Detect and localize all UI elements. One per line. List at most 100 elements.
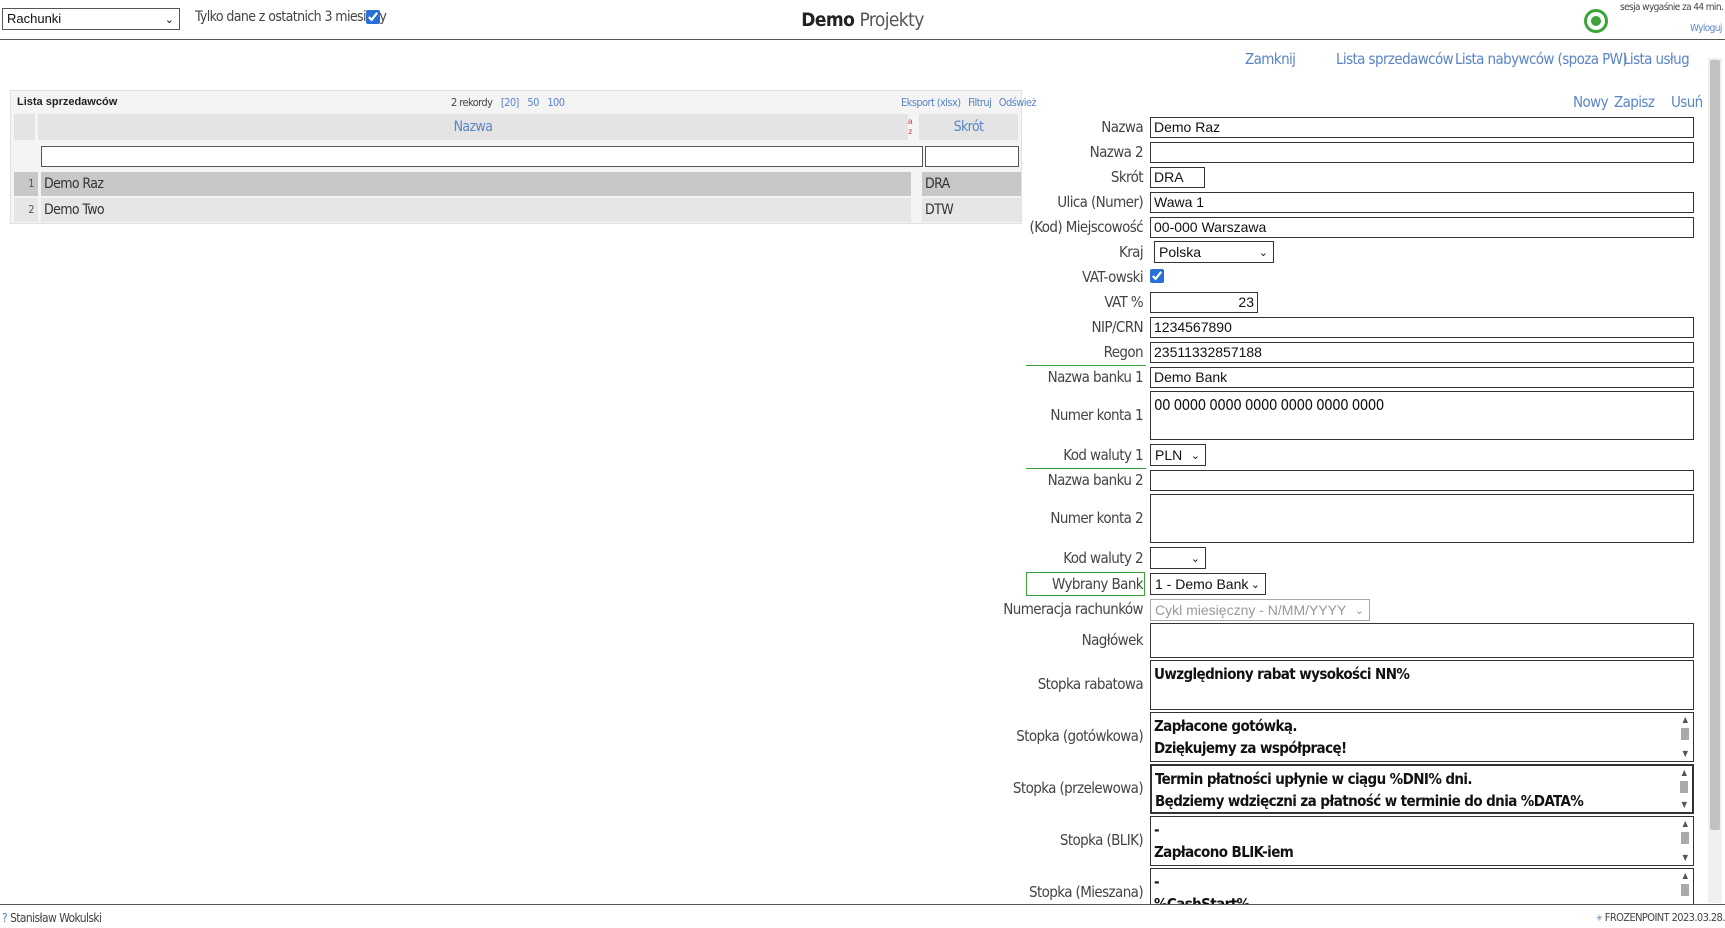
footer-cash-line2: Dziękujemy za współpracę!	[1154, 739, 1347, 757]
version-text: FROZENPOINT 2023.03.28.02	[1604, 911, 1725, 924]
label-header: Nagłówek	[1081, 631, 1144, 649]
label-name: Nazwa	[1101, 118, 1143, 136]
numbering-select-value: Cykl miesięczny - N/MM/YYYY	[1155, 602, 1347, 618]
session-status-icon	[1584, 9, 1608, 33]
country-select[interactable]: Polska ⌄	[1154, 241, 1274, 263]
textarea-scrollbar[interactable]: ▲▼	[1678, 768, 1690, 810]
save-button[interactable]: Zapisz	[1614, 93, 1655, 111]
nav-buyers[interactable]: Lista nabywców (spoza PW)	[1455, 50, 1628, 68]
page-size-20[interactable]: [20]	[501, 96, 520, 109]
footer-mixed-line1: -	[1154, 873, 1160, 891]
footer-cash-field[interactable]: Zapłacone gotówką. Dziękujemy za współpr…	[1150, 712, 1694, 762]
country-select-value: Polska	[1159, 244, 1202, 260]
label-footer-blik: Stopka (BLIK)	[1059, 831, 1144, 849]
currency1-select-value: PLN	[1155, 447, 1183, 463]
label-account2: Numer konta 2	[1050, 509, 1143, 527]
logo-icon: ✳	[1596, 914, 1603, 924]
page-size-100[interactable]: 100	[547, 96, 565, 109]
scroll-up-icon: ▲	[1682, 819, 1689, 828]
sort-icon[interactable]: az	[908, 117, 912, 137]
col-header-num	[14, 114, 35, 140]
header-field[interactable]	[1150, 623, 1694, 658]
street-field[interactable]: Wawa 1	[1150, 192, 1694, 213]
selected-bank-value: 1 - Demo Bank	[1155, 576, 1249, 592]
records-info: 2 rekordy [20] 50 100	[451, 96, 565, 109]
numbering-select: Cykl miesięczny - N/MM/YYYY ⌄	[1150, 599, 1370, 621]
delete-button[interactable]: Usuń	[1671, 93, 1703, 111]
nav-services[interactable]: Lista usług	[1623, 50, 1690, 68]
chevron-down-icon: ⌄	[1258, 247, 1268, 259]
label-account1: Numer konta 1	[1050, 406, 1143, 424]
textarea-scrollbar[interactable]: ▲▼	[1679, 715, 1691, 759]
scroll-down-icon: ▼	[1682, 749, 1689, 758]
section-divider	[1026, 365, 1146, 366]
page-size-50[interactable]: 50	[527, 96, 539, 109]
nav-close[interactable]: Zamknij	[1245, 50, 1296, 68]
nip-field[interactable]: 1234567890	[1150, 317, 1694, 338]
bank-name1-field[interactable]: Demo Bank	[1150, 367, 1694, 388]
filter-name-input[interactable]	[41, 146, 923, 167]
top-bar: Rachunki ⌄ Tylko dane z ostatnich 3 mies…	[0, 0, 1725, 40]
label-bank-name2: Nazwa banku 2	[1047, 471, 1144, 489]
help-icon[interactable]: ?	[2, 911, 8, 925]
page-scrollbar[interactable]	[1708, 58, 1722, 903]
footer-blik-line2: Zapłacono BLIK-iem	[1154, 843, 1294, 861]
export-xlsx-link[interactable]: Eksport (xlsx)	[901, 96, 961, 109]
app-title-bold: Demo	[801, 9, 855, 31]
row-name: Demo Raz	[41, 172, 911, 196]
scroll-down-icon: ▼	[1682, 853, 1689, 862]
logout-link[interactable]: Wyloguj	[1690, 23, 1722, 34]
chevron-down-icon: ⌄	[1250, 579, 1260, 591]
label-vat-payer: VAT-owski	[1082, 268, 1143, 286]
label-vat-pct: VAT %	[1104, 293, 1143, 311]
table-row[interactable]: 2 Demo Two DTW	[14, 198, 1021, 222]
version-info: ✳ FROZENPOINT 2023.03.28.02	[1596, 911, 1725, 924]
footer-blik-field[interactable]: - Zapłacono BLIK-iem ▲ ▼	[1150, 816, 1694, 866]
account2-field[interactable]	[1150, 494, 1694, 543]
label-street: Ulica (Numer)	[1057, 193, 1143, 211]
label-currency2: Kod waluty 2	[1063, 549, 1143, 567]
vat-pct-field[interactable]: 23	[1150, 292, 1258, 313]
new-button[interactable]: Nowy	[1573, 93, 1609, 111]
currency1-select[interactable]: PLN ⌄	[1150, 444, 1206, 466]
footer-transfer-field[interactable]: Termin płatności upłynie w ciągu %DNI% d…	[1150, 764, 1694, 814]
user-name: ? Stanisław Wokulski	[2, 911, 102, 925]
scroll-up-icon: ▲	[1681, 768, 1688, 777]
footer-transfer-line1: Termin płatności upłynie w ciągu %DNI% d…	[1155, 770, 1473, 788]
currency2-select[interactable]: ⌄	[1150, 547, 1206, 569]
label-footer-discount: Stopka rabatowa	[1037, 675, 1144, 693]
account1-field[interactable]: 00 0000 0000 0000 0000 0000 0000	[1150, 391, 1694, 440]
footer-blik-line1: -	[1154, 821, 1160, 839]
page-scrollbar-thumb[interactable]	[1710, 60, 1720, 830]
section-divider	[1026, 468, 1146, 469]
name-field[interactable]: Demo Raz	[1150, 117, 1694, 138]
session-info: sesja wygaśnie za 44 min.	[1620, 2, 1724, 13]
chevron-down-icon: ⌄	[1354, 605, 1364, 617]
label-regon: Regon	[1103, 343, 1144, 361]
list-title: Lista sprzedawców	[17, 96, 118, 108]
label-footer-mixed: Stopka (Mieszana)	[1028, 883, 1144, 901]
label-abbr: Skrót	[1110, 168, 1144, 186]
selected-bank-select[interactable]: 1 - Demo Bank ⌄	[1150, 573, 1266, 595]
chevron-down-icon: ⌄	[1190, 450, 1200, 462]
name2-field[interactable]	[1150, 142, 1694, 163]
filter-link[interactable]: Filtruj	[968, 96, 992, 109]
label-selected-bank: Wybrany Bank	[1052, 575, 1144, 593]
row-number: 2	[14, 198, 38, 222]
table-row[interactable]: 1 Demo Raz DRA	[14, 172, 1021, 196]
label-nip: NIP/CRN	[1091, 318, 1144, 336]
textarea-scrollbar[interactable]: ▲▼	[1679, 819, 1691, 863]
sellers-list-panel: Lista sprzedawców 2 rekordy [20] 50 100 …	[10, 90, 1037, 224]
nav-sellers[interactable]: Lista sprzedawców	[1336, 50, 1454, 68]
col-header-name[interactable]: Nazwa	[38, 114, 908, 140]
city-field[interactable]: 00-000 Warszawa	[1150, 217, 1694, 238]
bank-name2-field[interactable]	[1150, 470, 1694, 491]
label-footer-transfer: Stopka (przelewowa)	[1012, 779, 1144, 797]
abbr-field[interactable]: DRA	[1150, 167, 1205, 188]
footer-discount-field[interactable]: Uwzględniony rabat wysokości NN%	[1150, 660, 1694, 710]
refresh-link[interactable]: Odśwież	[999, 96, 1037, 109]
scroll-down-icon: ▼	[1681, 800, 1688, 809]
list-actions: Eksport (xlsx) Filtruj Odśwież	[896, 96, 1037, 109]
regon-field[interactable]: 23511332857188	[1150, 342, 1694, 363]
vat-payer-checkbox[interactable]	[1150, 269, 1164, 283]
